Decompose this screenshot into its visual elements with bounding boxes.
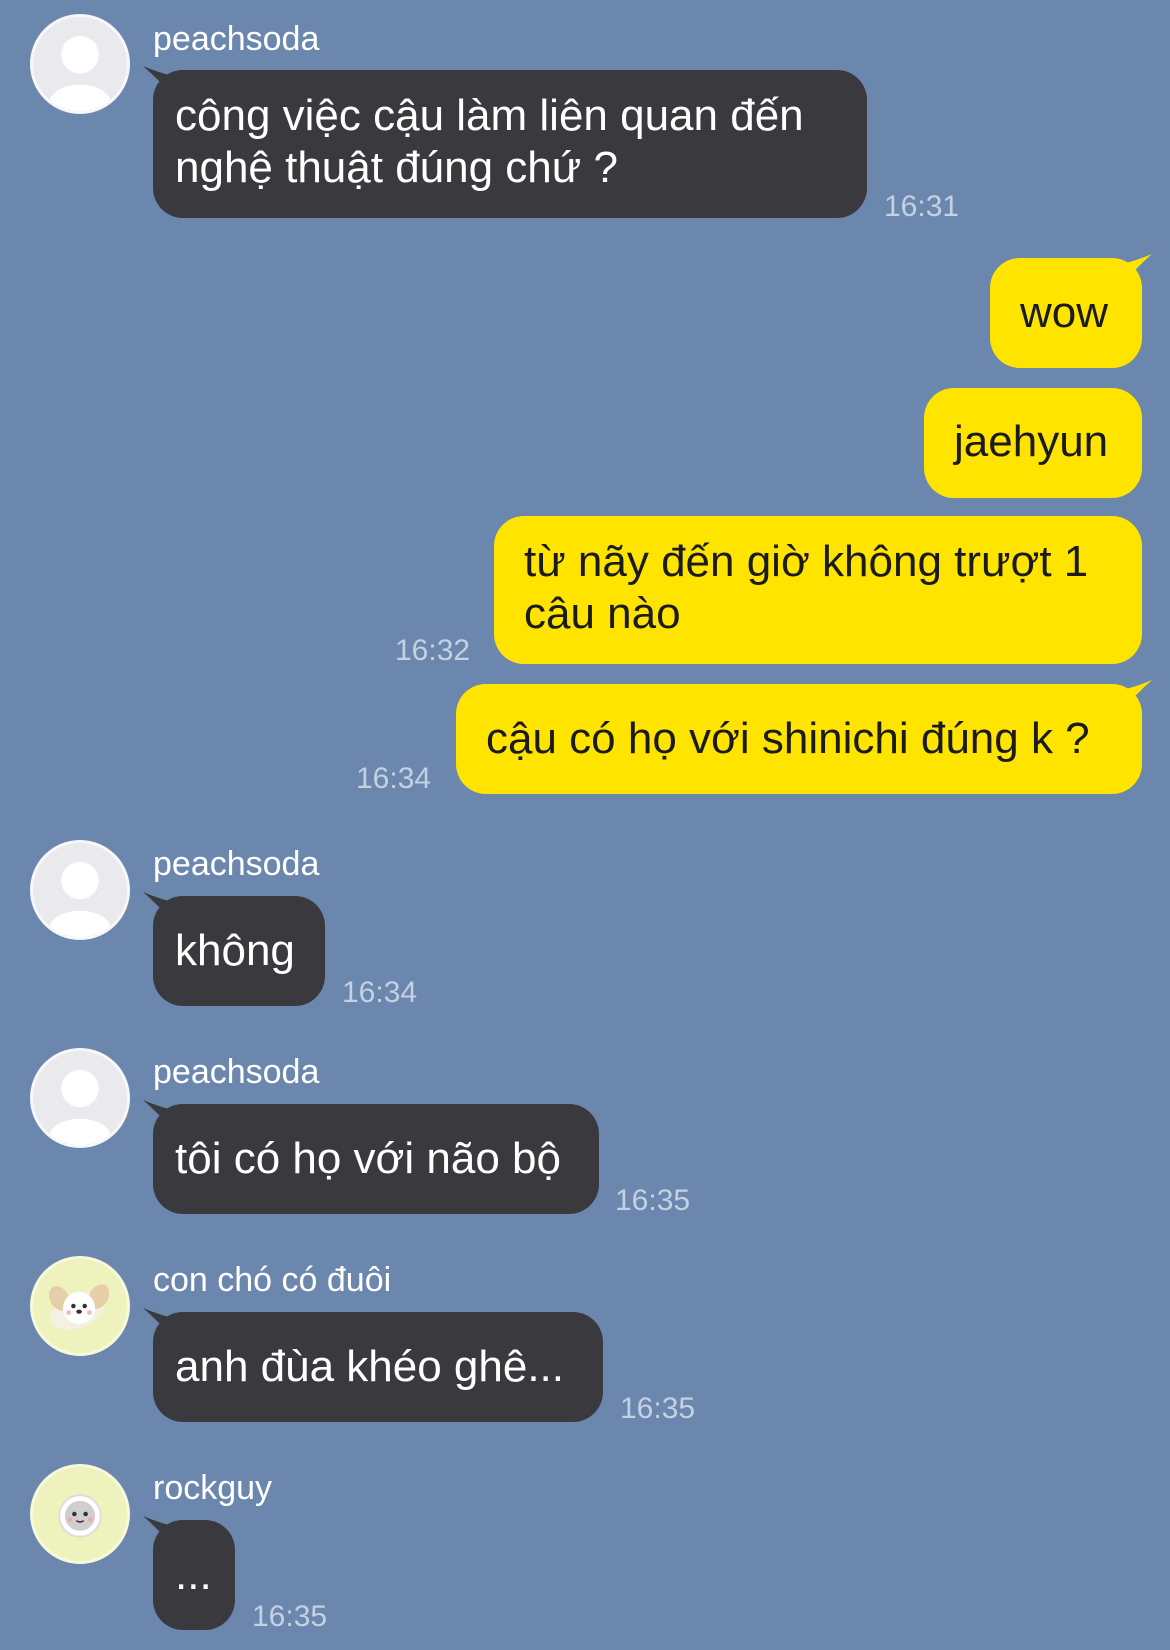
message-timestamp: 16:31 bbox=[884, 190, 960, 223]
incoming-message-bubble[interactable]: ... bbox=[143, 1516, 235, 1630]
message-text-line: nghệ thuật đúng chứ ? bbox=[175, 143, 618, 192]
sender-name: rockguy bbox=[153, 1469, 273, 1507]
message-text-line: ... bbox=[175, 1550, 212, 1599]
bubble-tail bbox=[1122, 254, 1152, 284]
bubble-tail bbox=[143, 892, 173, 922]
message-text-line: wow bbox=[1020, 288, 1109, 337]
message-timestamp: 16:35 bbox=[620, 1392, 696, 1425]
puppy-avatar-icon[interactable] bbox=[30, 1256, 130, 1356]
outgoing-message-bubble[interactable]: jaehyun bbox=[924, 388, 1142, 498]
incoming-message-bubble[interactable]: anh đùa khéo ghê... bbox=[143, 1308, 603, 1422]
bubble-tail bbox=[143, 1100, 173, 1130]
message-timestamp: 16:35 bbox=[615, 1184, 691, 1217]
outgoing-message-bubble[interactable]: từ nãy đến giờ không trượt 1 câu nào bbox=[494, 516, 1142, 664]
incoming-message-bubble[interactable]: tôi có họ với não bộ bbox=[143, 1100, 599, 1214]
message-text-line: không bbox=[175, 926, 295, 975]
message-text-line: tôi có họ với não bộ bbox=[175, 1134, 561, 1183]
default-user-icon[interactable] bbox=[30, 14, 130, 114]
outgoing-message-bubble[interactable]: cậu có họ với shinichi đúng k ? bbox=[456, 680, 1152, 794]
incoming-message-bubble[interactable]: công việc cậu làm liên quan đến nghệ thu… bbox=[143, 66, 867, 218]
outgoing-message-bubble[interactable]: wow bbox=[990, 254, 1152, 368]
bubble-tail bbox=[143, 66, 173, 96]
message-timestamp: 16:32 bbox=[395, 634, 471, 667]
default-user-icon[interactable] bbox=[30, 1048, 130, 1148]
sender-name: peachsoda bbox=[153, 1053, 320, 1091]
message-timestamp: 16:35 bbox=[252, 1600, 328, 1633]
message-text-line: cậu có họ với shinichi đúng k ? bbox=[486, 714, 1090, 763]
incoming-message-bubble[interactable]: không bbox=[143, 892, 325, 1006]
sender-name: con chó có đuôi bbox=[153, 1261, 392, 1299]
chat-message-list[interactable]: peachsoda công việc cậu làm liên quan đế… bbox=[0, 0, 1170, 1650]
message-text-line: jaehyun bbox=[954, 417, 1109, 466]
message-text-line: câu nào bbox=[524, 589, 681, 638]
bubble-tail bbox=[143, 1308, 173, 1338]
default-user-icon[interactable] bbox=[30, 840, 130, 940]
message-text-line: công việc cậu làm liên quan đến bbox=[175, 91, 804, 140]
sender-name: peachsoda bbox=[153, 20, 320, 58]
sender-name: peachsoda bbox=[153, 845, 320, 883]
bubble-tail bbox=[143, 1516, 173, 1546]
bubble-tail bbox=[1122, 680, 1152, 710]
message-text-line: từ nãy đến giờ không trượt 1 bbox=[524, 537, 1089, 586]
message-timestamp: 16:34 bbox=[342, 976, 418, 1009]
message-timestamp: 16:34 bbox=[356, 762, 432, 795]
bear-avatar-icon[interactable] bbox=[30, 1464, 130, 1564]
message-text-line: anh đùa khéo ghê... bbox=[175, 1342, 564, 1391]
